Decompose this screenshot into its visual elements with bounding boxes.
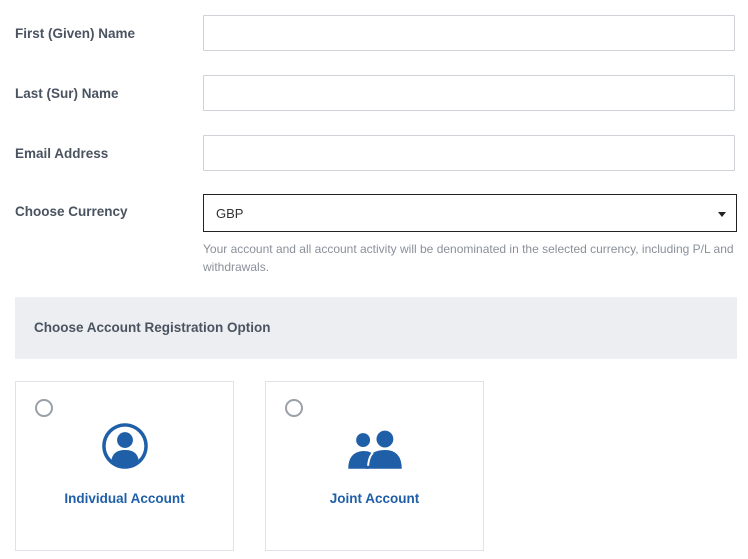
last-name-field[interactable] bbox=[203, 75, 735, 111]
individual-account-radio[interactable] bbox=[35, 399, 53, 417]
individual-account-option[interactable]: Individual Account bbox=[15, 381, 234, 551]
two-users-icon bbox=[348, 430, 402, 469]
joint-account-label: Joint Account bbox=[329, 491, 420, 506]
registration-heading: Choose Account Registration Option bbox=[34, 320, 271, 335]
first-name-input[interactable] bbox=[204, 16, 734, 50]
individual-account-label: Individual Account bbox=[64, 491, 185, 506]
last-name-input[interactable] bbox=[204, 76, 734, 110]
email-label: Email Address bbox=[15, 146, 109, 161]
caret-down-icon[interactable] bbox=[718, 212, 726, 217]
single-user-icon bbox=[102, 423, 148, 469]
currency-selected-value: GBP bbox=[216, 206, 244, 221]
email-field[interactable] bbox=[203, 135, 735, 171]
joint-account-option[interactable]: Joint Account bbox=[265, 381, 484, 551]
joint-account-radio[interactable] bbox=[285, 399, 303, 417]
first-name-field[interactable] bbox=[203, 15, 735, 51]
registration-heading-band: Choose Account Registration Option bbox=[15, 297, 737, 359]
currency-help-text: Your account and all account activity wi… bbox=[203, 242, 734, 274]
currency-label: Choose Currency bbox=[15, 204, 128, 219]
currency-select[interactable]: GBP bbox=[203, 194, 737, 232]
last-name-label: Last (Sur) Name bbox=[15, 86, 119, 101]
email-input[interactable] bbox=[204, 136, 734, 170]
first-name-label: First (Given) Name bbox=[15, 26, 136, 41]
